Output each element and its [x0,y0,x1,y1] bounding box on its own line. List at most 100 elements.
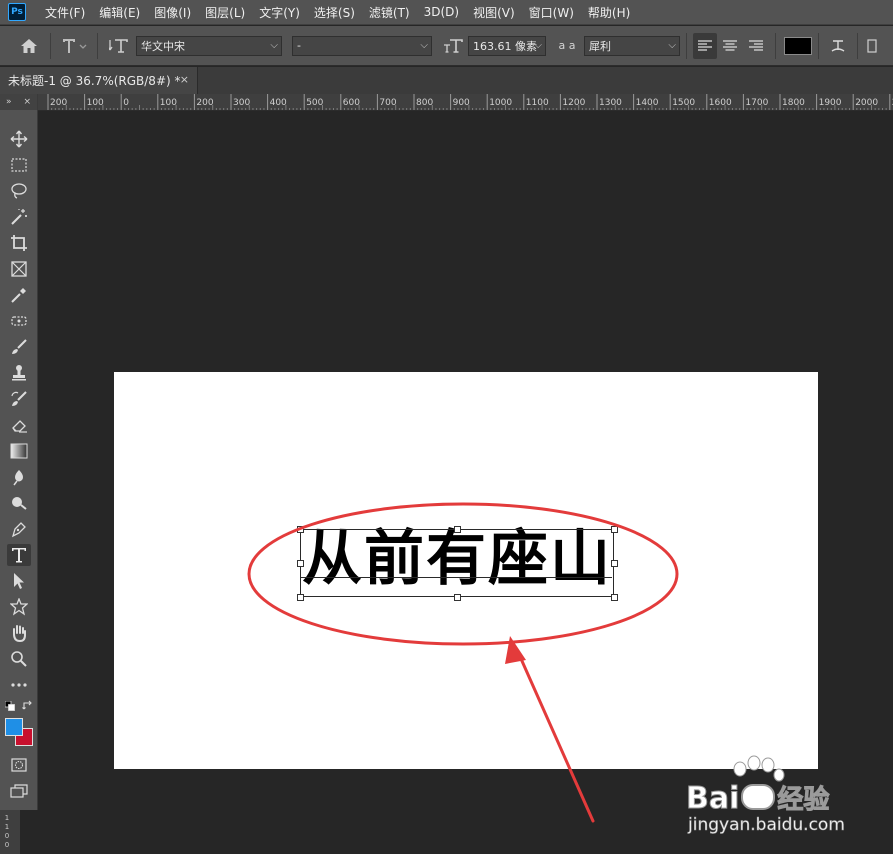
ruler-tick-label: 100 [160,98,177,108]
close-icon[interactable]: × [180,73,189,86]
transform-handle[interactable] [454,594,461,601]
menu-file[interactable]: 文件(F) [38,4,92,21]
ruler-tick-label: 300 [233,98,250,108]
menu-filter[interactable]: 滤镜(T) [362,4,417,21]
pen-icon[interactable] [7,518,31,540]
ruler-tick-label: 500 [306,98,323,108]
chevron-down-icon: ⌵ [420,39,428,51]
transform-handle[interactable] [611,594,618,601]
menu-edit[interactable]: 编辑(E) [92,4,147,21]
foreground-color-swatch[interactable] [5,718,23,736]
custom-shape-icon[interactable] [7,596,31,618]
crop-icon[interactable] [7,232,31,254]
lasso-icon[interactable] [7,180,31,202]
divider [775,32,776,59]
transform-handle[interactable] [611,560,618,567]
transform-handle[interactable] [297,560,304,567]
align-center-icon[interactable] [717,33,743,59]
ruler-ticks: 200 100 0 100 200 300 400 500 600 700 800 900 1000 11… [47,94,893,110]
menu-layer[interactable]: 图层(L) [198,4,252,21]
vertical-ruler-label: 1100 [4,814,10,849]
blur-icon[interactable] [7,466,31,488]
ruler-tick-label: 1600 [709,98,732,108]
type-tool-preset-icon[interactable] [57,32,91,60]
move-tool-icon[interactable] [7,128,31,150]
more-tools-icon[interactable] [7,674,31,696]
antialias-select[interactable]: 犀利 ⌵ [584,35,680,56]
baidu-jingyan-watermark: Bai 经验 jingyan.baidu.com [670,755,880,845]
transform-handle[interactable] [454,526,461,533]
divider [818,32,819,59]
text-orientation-icon[interactable] [104,32,134,60]
ruler-tick-label: 400 [270,98,287,108]
align-right-icon[interactable] [743,33,769,59]
warp-text-icon[interactable] [825,33,851,59]
quick-mask-icon[interactable] [7,754,31,776]
du-paw-icon [741,784,776,810]
character-panel-icon[interactable] [864,33,880,59]
transform-handle[interactable] [297,526,304,533]
eraser-icon[interactable] [7,414,31,436]
divider [686,32,687,59]
gradient-icon[interactable] [7,440,31,462]
close-icon[interactable]: × [23,97,31,107]
font-family-select[interactable]: 华文中宋 ⌵ [136,35,282,56]
font-style-select[interactable]: - ⌵ [292,35,432,56]
healing-brush-icon[interactable] [7,310,31,332]
menu-type[interactable]: 文字(Y) [252,4,307,21]
ruler-tick-label: 600 [343,98,360,108]
ruler-tick-label: 1200 [562,98,585,108]
eyedropper-icon[interactable] [7,284,31,306]
swap-colors-icon[interactable] [22,700,34,712]
ruler-tick-label: 200 [196,98,213,108]
text-bounding-box[interactable] [297,526,618,601]
menu-help[interactable]: 帮助(H) [581,4,637,21]
home-icon[interactable] [14,32,44,60]
ruler-tick-label: 100 [87,98,104,108]
divider [97,32,98,59]
clone-stamp-icon[interactable] [7,362,31,384]
magic-wand-icon[interactable] [7,206,31,228]
antialias-label: a a [558,39,576,52]
vertical-ruler[interactable]: 1100 [0,810,20,854]
align-left-icon[interactable] [693,32,717,59]
options-bar: 华文中宋 ⌵ - ⌵ 163.61 像素 ⌵ a a 犀利 ⌵ [0,26,893,66]
ruler-tick-label: 1100 [526,98,549,108]
type-icon[interactable] [7,544,31,566]
history-brush-icon[interactable] [7,388,31,410]
collapse-icon[interactable]: » [6,97,12,107]
transform-handle[interactable] [611,526,618,533]
watermark-brand: Bai 经验 [685,779,829,817]
screen-mode-icon[interactable] [7,780,31,802]
ruler-tick-label: 200 [50,98,67,108]
default-colors-icon[interactable] [4,700,15,711]
font-size-icon [438,32,468,60]
menu-window[interactable]: 窗口(W) [522,4,581,21]
zoom-icon[interactable] [7,648,31,670]
document-tab[interactable]: 未标题-1 @ 36.7%(RGB/8#) * × [0,67,198,94]
ruler-tick-label: 1400 [636,98,659,108]
text-color-swatch[interactable] [784,36,812,55]
frame-icon[interactable] [7,258,31,280]
ruler-tick-label: 1700 [745,98,768,108]
rectangular-marquee-icon[interactable] [7,154,31,176]
document-tab-bar: 未标题-1 @ 36.7%(RGB/8#) * × [0,67,893,94]
ruler-tick-label: 2000 [855,98,878,108]
ruler-tick-label: 1300 [599,98,622,108]
antialias-icon: a a [550,32,584,60]
dodge-icon[interactable] [7,492,31,514]
hand-icon[interactable] [7,622,31,644]
antialias-value: 犀利 [589,39,611,53]
menu-select[interactable]: 选择(S) [307,4,362,21]
path-selection-icon[interactable] [7,570,31,592]
font-size-field[interactable]: 163.61 像素 ⌵ [468,35,546,56]
horizontal-ruler[interactable]: 200 100 0 100 200 300 400 500 600 700 800 900 1000 11… [38,94,893,111]
ruler-tick-label: 1500 [672,98,695,108]
menu-image[interactable]: 图像(I) [147,4,198,21]
menu-3d[interactable]: 3D(D) [417,5,466,19]
menu-view[interactable]: 视图(V) [466,4,522,21]
ruler-tick-label: 1000 [489,98,512,108]
chevron-down-icon: ⌵ [270,39,278,51]
transform-handle[interactable] [297,594,304,601]
brush-icon[interactable] [7,336,31,358]
